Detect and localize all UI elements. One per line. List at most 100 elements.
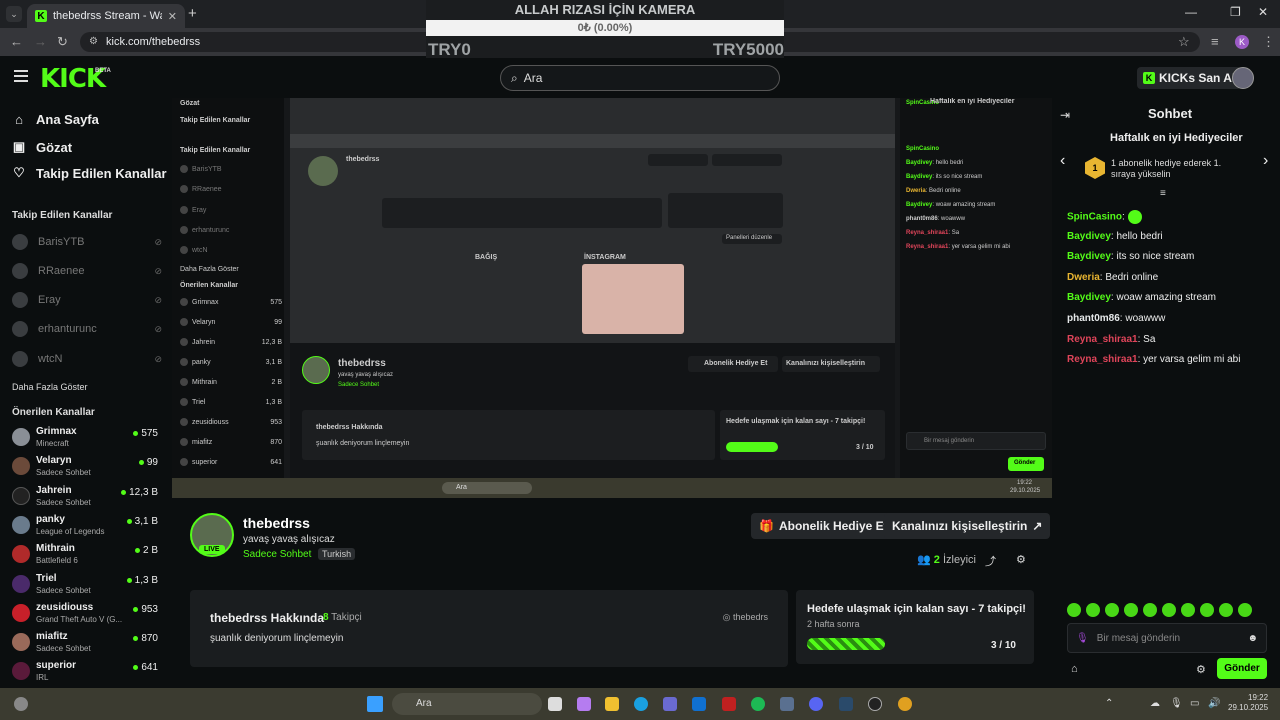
store-app-icon[interactable] <box>663 697 677 711</box>
recommended-channel[interactable]: Velaryn Sadece Sohbet 99 <box>12 453 162 481</box>
recommended-channel[interactable]: zeusidiouss Grand Theft Auto V (G... 953 <box>12 600 162 628</box>
send-button[interactable]: Gönder <box>1217 658 1267 679</box>
collapse-chat-icon[interactable]: ⇥ <box>1060 108 1070 122</box>
copilot-icon[interactable] <box>577 697 591 711</box>
profile-avatar-icon[interactable]: K <box>1235 35 1249 49</box>
recommended-channel[interactable]: miafitz Sadece Sohbet 870 <box>12 629 162 657</box>
store-icon[interactable]: ⌂ <box>1071 663 1078 675</box>
back-icon[interactable]: ← <box>10 34 23 49</box>
mini-item: RRaenee <box>180 185 282 193</box>
bookmark-star-icon[interactable]: ☆ <box>1178 34 1190 50</box>
emote-icon[interactable] <box>1238 603 1252 617</box>
chat-user[interactable]: Dweria <box>1067 272 1100 283</box>
file-explorer-icon[interactable] <box>605 697 619 711</box>
maximize-icon[interactable]: ❐ <box>1230 5 1241 19</box>
nav-following[interactable]: ♡ Takip Edilen Kanallar <box>12 165 166 181</box>
tab-search-icon[interactable]: ⌄ <box>6 6 22 22</box>
language-tag[interactable]: Turkish <box>318 548 356 560</box>
user-settings-icon[interactable]: ⚙ <box>1016 553 1026 566</box>
discord-icon[interactable] <box>809 697 823 711</box>
followed-channel[interactable]: erhanturunc ⊘ <box>12 321 162 337</box>
recommended-channel[interactable]: panky League of Legends 3,1 B <box>12 512 162 540</box>
emote-icon[interactable] <box>1143 603 1157 617</box>
user-avatar[interactable] <box>1232 67 1254 89</box>
taskbar-search[interactable]: Ara <box>392 693 542 715</box>
followed-channel[interactable]: BarisYTB ⊘ <box>12 234 162 250</box>
steam-icon[interactable] <box>839 697 853 711</box>
close-window-icon[interactable]: ✕ <box>1258 5 1268 19</box>
nav-home[interactable]: ⌂ Ana Sayfa <box>12 112 99 127</box>
recommended-channel[interactable]: superior IRL 641 <box>12 658 162 686</box>
followed-channel[interactable]: Eray ⊘ <box>12 292 162 308</box>
menu-icon[interactable] <box>14 70 28 82</box>
chat-input[interactable]: 🎙 Bir mesaj gönderin ☻ <box>1067 623 1267 653</box>
outlook-icon[interactable] <box>692 697 706 711</box>
emoji-icon[interactable]: ☻ <box>1247 633 1258 644</box>
cloud-icon[interactable]: ☁ <box>1150 698 1160 709</box>
emote-icon[interactable] <box>1181 603 1195 617</box>
mic-tray-icon[interactable]: 🎙 <box>1170 698 1183 709</box>
recommended-channel[interactable]: Grimnax Minecraft 575 <box>12 424 162 452</box>
obs-icon[interactable] <box>868 697 882 711</box>
chevron-right-icon[interactable]: › <box>1263 152 1268 170</box>
reading-list-icon[interactable]: ≡ <box>1211 34 1219 49</box>
search-input[interactable]: ⌕ Ara <box>500 65 780 91</box>
mini-chat-line: SpinCasino <box>906 146 940 152</box>
emote-icon[interactable] <box>1200 603 1214 617</box>
chat-user[interactable]: Baydivey <box>1067 292 1111 303</box>
chat-user[interactable]: SpinCasino <box>1067 212 1122 223</box>
microphone-icon[interactable]: 🎙 <box>1076 633 1089 644</box>
recommended-channel[interactable]: Jahrein Sadece Sohbet 12,3 B <box>12 483 162 511</box>
nav-browse[interactable]: ▣ Gözat <box>12 139 72 155</box>
network-icon[interactable]: ▭ <box>1190 698 1199 709</box>
browser-tab[interactable]: K thebedrss Stream - Watch Live ✕ <box>27 4 185 28</box>
show-more-link[interactable]: Daha Fazla Göster <box>12 382 88 392</box>
chat-user[interactable]: Reyna_shiraa1 <box>1067 354 1138 365</box>
browser-menu-icon[interactable]: ⋮ <box>1262 34 1275 50</box>
emote-icon[interactable] <box>1105 603 1119 617</box>
valorant-icon[interactable] <box>722 697 736 711</box>
site-info-icon[interactable]: ⚙ <box>89 36 98 47</box>
emote-icon[interactable] <box>1219 603 1233 617</box>
pinned-toggle-icon[interactable]: ≡ <box>1160 188 1166 199</box>
new-tab-icon[interactable]: + <box>188 5 197 22</box>
forward-icon[interactable]: → <box>34 34 47 49</box>
chat-user[interactable]: Reyna_shiraa1 <box>1067 334 1138 345</box>
chat-settings-icon[interactable]: ⚙ <box>1196 663 1206 676</box>
recommended-channel[interactable]: Triel Sadece Sohbet 1,3 B <box>12 571 162 599</box>
edge-icon[interactable] <box>634 697 648 711</box>
close-tab-icon[interactable]: ✕ <box>168 10 177 23</box>
customize-channel-button[interactable]: Kanalınızı kişiselleştirin ↗ <box>884 513 1051 539</box>
followers-count: 8 Takipçi <box>323 612 362 623</box>
instagram-link[interactable]: ◎ thebedrs <box>723 612 768 623</box>
emote-icon[interactable] <box>1162 603 1176 617</box>
kick-ai-button[interactable]: K KICKs San AI <box>1137 67 1242 89</box>
tray-chevron-icon[interactable]: ⌃ <box>1105 698 1113 709</box>
taskbar-clock[interactable]: 19:22 29.10.2025 <box>1228 693 1268 713</box>
gift-subscription-button[interactable]: 🎁 Abonelik Hediye Et <box>751 513 896 539</box>
minimize-icon[interactable]: — <box>1185 5 1197 19</box>
chrome-icon[interactable] <box>898 697 912 711</box>
chat-user[interactable]: phant0m86 <box>1067 313 1120 324</box>
emote-icon[interactable] <box>1067 603 1081 617</box>
share-icon[interactable]: ⤴ <box>985 553 996 569</box>
task-view-icon[interactable] <box>548 697 562 711</box>
chat-text: Sa <box>1143 334 1156 345</box>
start-icon[interactable] <box>367 696 383 712</box>
chat-user[interactable]: Baydivey <box>1067 251 1111 262</box>
weather-icon[interactable] <box>14 697 28 711</box>
followed-channel[interactable]: RRaenee ⊘ <box>12 263 162 279</box>
app-icon[interactable] <box>780 697 794 711</box>
followed-channel[interactable]: wtcN ⊘ <box>12 351 162 367</box>
volume-icon[interactable]: 🔊 <box>1208 698 1220 709</box>
emote-icon[interactable] <box>1086 603 1100 617</box>
stream-video-player[interactable]: Gözat Takip Edilen Kanallar Takip Edilen… <box>172 98 1052 498</box>
channel-name[interactable]: thebedrss <box>243 515 310 531</box>
stream-category[interactable]: Sadece Sohbet <box>243 549 311 560</box>
emote-icon[interactable] <box>1124 603 1138 617</box>
recommended-channel[interactable]: Mithrain Battlefield 6 2 B <box>12 541 162 569</box>
chat-user[interactable]: Baydivey <box>1067 231 1111 242</box>
reload-icon[interactable]: ↻ <box>57 34 68 50</box>
chevron-left-icon[interactable]: ‹ <box>1060 152 1065 170</box>
spotify-icon[interactable] <box>751 697 765 711</box>
